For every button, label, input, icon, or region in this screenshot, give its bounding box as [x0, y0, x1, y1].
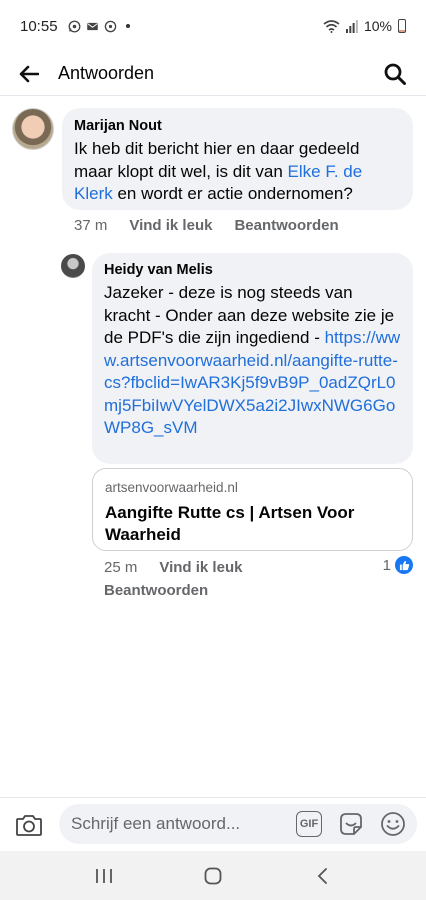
- reply-timestamp[interactable]: 25 m: [104, 558, 137, 578]
- battery-percentage: 10%: [363, 18, 392, 34]
- camera-button[interactable]: [15, 812, 43, 838]
- home-button[interactable]: [193, 856, 233, 896]
- comment-author[interactable]: Marijan Nout: [74, 117, 401, 135]
- recent-apps-button[interactable]: [84, 856, 124, 896]
- comment-actions: 37 m Vind ik leuk Beantwoorden: [74, 216, 339, 236]
- reply-actions: 25 m Vind ik leuk: [104, 558, 242, 578]
- reply-input-container: GIF: [59, 804, 417, 844]
- reaction-summary[interactable]: 1: [383, 556, 413, 574]
- reaction-count: 1: [382, 556, 391, 574]
- like-button[interactable]: Vind ik leuk: [129, 216, 212, 236]
- avatar[interactable]: [12, 108, 54, 150]
- comment-timestamp[interactable]: 37 m: [74, 216, 107, 236]
- camera-icon: [16, 815, 42, 836]
- reply-text: Jazeker - deze is nog steeds van kracht …: [104, 282, 401, 440]
- reply-input[interactable]: [71, 814, 291, 834]
- status-time: 10:55: [20, 17, 58, 35]
- search-button[interactable]: [380, 59, 410, 89]
- reply-button[interactable]: Beantwoorden: [234, 216, 338, 236]
- reply-like-button[interactable]: Vind ik leuk: [159, 558, 242, 578]
- recent-apps-icon: [96, 868, 113, 883]
- system-navigation-bar: [0, 851, 426, 900]
- mail-icon: [86, 22, 98, 30]
- status-right: 10%: [323, 18, 406, 34]
- sticker-button[interactable]: [337, 810, 365, 838]
- link-preview-title: Aangifte Rutte cs | Artsen Voor Waarheid: [105, 503, 355, 544]
- more-notifications-icon: [125, 24, 130, 28]
- battery-icon: [398, 19, 406, 33]
- header: Antwoorden: [0, 52, 426, 96]
- emoji-button[interactable]: [379, 810, 407, 838]
- link-preview-card[interactable]: artsenvoorwaarheid.nl Aangifte Rutte cs …: [92, 468, 413, 551]
- comment-bubble[interactable]: Marijan Nout Ik heb dit bericht hier en …: [62, 108, 413, 210]
- gif-button[interactable]: GIF: [296, 811, 322, 837]
- status-left: 10:55: [20, 18, 130, 35]
- back-button[interactable]: [0, 52, 58, 96]
- signal-icon: [345, 19, 358, 33]
- reply-bubble[interactable]: Heidy van Melis Jazeker - deze is nog st…: [92, 253, 413, 464]
- emoji-icon: [381, 812, 405, 836]
- reply-avatar[interactable]: [61, 254, 85, 278]
- reply-author[interactable]: Heidy van Melis: [104, 261, 401, 279]
- status-bar: 10:55 10%: [0, 0, 426, 52]
- link-preview-domain: artsenvoorwaarheid.nl: [105, 480, 238, 495]
- arrow-left-icon: [19, 65, 39, 82]
- sticker-icon: [340, 813, 362, 835]
- comment-text: Ik heb dit bericht hier en daar gedeeld …: [74, 138, 401, 206]
- wifi-icon: [323, 19, 340, 33]
- page-title: Antwoorden: [58, 63, 155, 83]
- chevron-left-icon: [317, 867, 327, 884]
- whatsapp-icon: [68, 20, 80, 32]
- reply-reply-button[interactable]: Beantwoorden: [104, 581, 208, 601]
- like-reaction-icon: [395, 556, 413, 574]
- comment-text-end: en wordt er actie ondernomen?: [112, 184, 353, 203]
- messenger-icon: [104, 20, 116, 32]
- home-icon: [204, 867, 222, 884]
- reply-composer: GIF: [0, 797, 426, 851]
- system-back-button[interactable]: [302, 856, 342, 896]
- notification-icons: [68, 20, 130, 33]
- search-icon: [384, 63, 406, 85]
